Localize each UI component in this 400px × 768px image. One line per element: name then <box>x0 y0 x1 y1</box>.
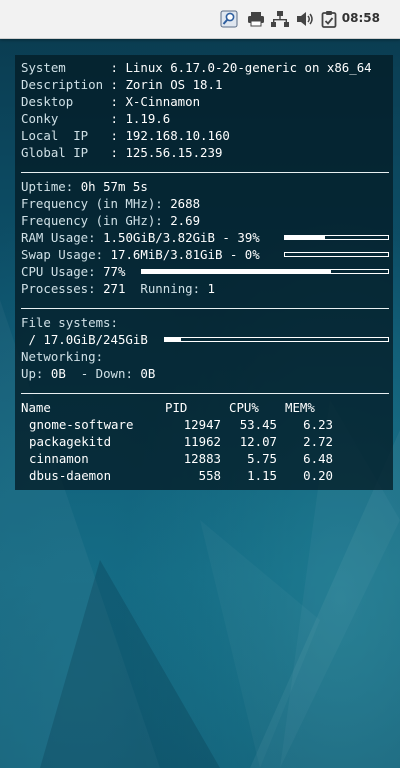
swap-usage-bar <box>284 252 389 257</box>
cpu-usage-fill <box>142 270 332 273</box>
local-ip-value: 192.168.10.160 <box>125 128 230 143</box>
ram-value: 1.50GiB/3.82GiB - 39% <box>103 230 260 245</box>
system-key: System <box>21 60 104 75</box>
global-ip-value: 125.56.15.239 <box>125 145 223 160</box>
net-row: Up: 0B - Down: 0B <box>21 366 155 382</box>
running-label: Running: <box>140 281 201 296</box>
network-icon[interactable] <box>270 9 290 29</box>
volume-icon[interactable] <box>295 9 315 29</box>
cpu-usage-bar <box>141 269 389 274</box>
ram-label: RAM Usage: <box>21 230 96 245</box>
ram-row: RAM Usage: 1.50GiB/3.82GiB - 39% <box>21 230 260 246</box>
proc-name: gnome-software <box>29 417 134 432</box>
separator: : <box>103 77 126 92</box>
desktop-value: X-Cinnamon <box>125 94 201 109</box>
description-row: Description : Zorin OS 18.1 <box>21 77 222 93</box>
fs-heading: File systems: <box>21 315 118 331</box>
freq-mhz-value: 2688 <box>170 196 201 211</box>
ram-usage-fill <box>285 236 326 239</box>
proc-name: dbus-daemon <box>29 468 112 483</box>
freq-mhz-row: Frequency (in MHz): 2688 <box>21 196 200 212</box>
freq-ghz-label: Frequency (in GHz): <box>21 213 163 228</box>
divider <box>21 308 389 309</box>
cpu-value: 77% <box>103 264 126 279</box>
proc-mem: 6.48 <box>303 451 333 466</box>
fs-row: / 17.0GiB/245GiB <box>21 332 148 348</box>
processes-value: 271 <box>103 281 126 296</box>
fs-value: / 17.0GiB/245GiB <box>21 332 148 347</box>
proc-cpu: 5.75 <box>247 451 277 466</box>
proc-pid: 12883 <box>183 451 221 466</box>
desktop-row: Desktop : X-Cinnamon <box>21 94 200 110</box>
col-name-header: Name <box>21 400 51 415</box>
running-value: 1 <box>207 281 216 296</box>
separator: : <box>103 145 126 160</box>
separator: : <box>103 60 126 75</box>
proc-name: cinnamon <box>29 451 89 466</box>
freq-ghz-value: 2.69 <box>170 213 201 228</box>
top-panel: 08:58 <box>0 0 400 39</box>
net-heading: Networking: <box>21 349 103 365</box>
col-mem-header: MEM% <box>285 400 315 415</box>
uptime-label: Uptime: <box>21 179 74 194</box>
swap-value: 17.6MiB/3.81GiB - 0% <box>110 247 260 262</box>
proc-cpu: 53.45 <box>239 417 277 432</box>
divider <box>21 172 389 173</box>
proc-pid: 558 <box>198 468 221 483</box>
conky-row: Conky : 1.19.6 <box>21 111 170 127</box>
fs-usage-bar <box>164 337 389 342</box>
system-row: System : Linux 6.17.0-20-generic on x86_… <box>21 60 372 76</box>
proc-name: packagekitd <box>29 434 112 449</box>
uptime-row: Uptime: 0h 57m 5s <box>21 179 148 195</box>
proc-mem: 2.72 <box>303 434 333 449</box>
separator: : <box>103 94 126 109</box>
search-icon[interactable] <box>219 9 239 29</box>
desktop-key: Desktop <box>21 94 104 109</box>
down-label: - Down: <box>65 366 133 381</box>
proc-pid: 12947 <box>183 417 221 432</box>
freq-mhz-label: Frequency (in MHz): <box>21 196 163 211</box>
description-key: Description <box>21 77 104 92</box>
local-ip-row: Local IP : 192.168.10.160 <box>21 128 230 144</box>
separator: : <box>103 128 126 143</box>
up-label: Up: <box>21 366 44 381</box>
down-value: 0B <box>140 366 156 381</box>
cpu-label: CPU Usage: <box>21 264 96 279</box>
proc-cpu: 1.15 <box>247 468 277 483</box>
clipboard-icon[interactable] <box>319 9 339 29</box>
proc-mem: 6.23 <box>303 417 333 432</box>
divider <box>21 393 389 394</box>
up-value: 0B <box>50 366 66 381</box>
swap-row: Swap Usage: 17.6MiB/3.81GiB - 0% <box>21 247 260 263</box>
conky-key: Conky <box>21 111 104 126</box>
fs-usage-fill <box>165 338 181 341</box>
swap-label: Swap Usage: <box>21 247 104 262</box>
uptime-value: 0h 57m 5s <box>80 179 148 194</box>
cpu-row: CPU Usage: 77% <box>21 264 125 280</box>
fs-label: File systems: <box>21 315 118 330</box>
system-value: Linux 6.17.0-20-generic on x86_64 <box>125 60 372 75</box>
proc-mem: 0.20 <box>303 468 333 483</box>
conky-widget: System : Linux 6.17.0-20-generic on x86_… <box>15 55 393 490</box>
printer-icon[interactable] <box>246 9 266 29</box>
col-cpu-header: CPU% <box>229 400 259 415</box>
global-ip-row: Global IP : 125.56.15.239 <box>21 145 222 161</box>
col-pid-header: PID <box>165 400 188 415</box>
processes-label: Processes: <box>21 281 96 296</box>
global-ip-key: Global IP <box>21 145 104 160</box>
separator: : <box>103 111 126 126</box>
freq-ghz-row: Frequency (in GHz): 2.69 <box>21 213 200 229</box>
proc-cpu: 12.07 <box>239 434 277 449</box>
net-label: Networking: <box>21 349 104 364</box>
local-ip-key: Local IP <box>21 128 104 143</box>
ram-usage-bar <box>284 235 389 240</box>
description-value: Zorin OS 18.1 <box>125 77 223 92</box>
conky-value: 1.19.6 <box>125 111 171 126</box>
clock[interactable]: 08:58 <box>342 11 380 25</box>
processes-row: Processes: 271 Running: 1 <box>21 281 215 297</box>
proc-pid: 11962 <box>183 434 221 449</box>
